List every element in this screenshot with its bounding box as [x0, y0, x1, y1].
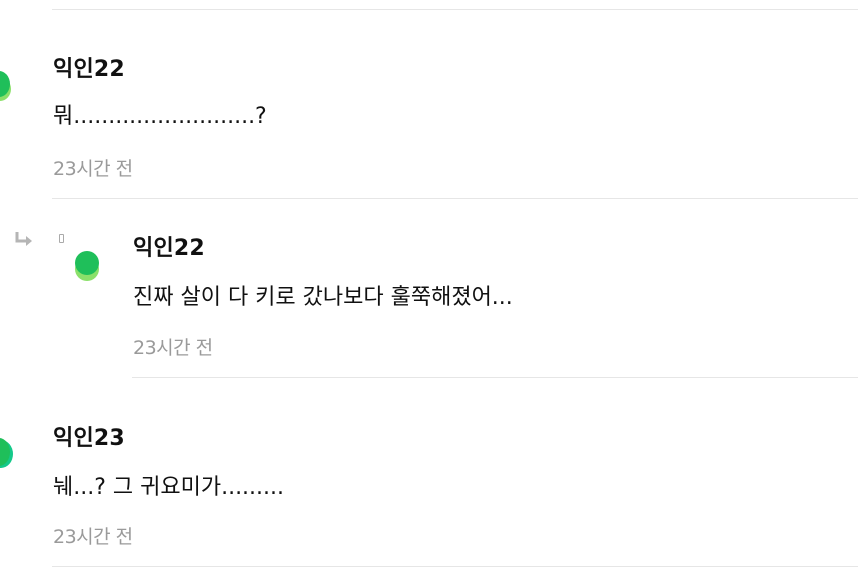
comment-divider-top — [52, 9, 858, 10]
reply-arrow-icon — [15, 232, 32, 246]
comment-time: 23시간 전 — [53, 526, 133, 548]
comment-time: 23시간 전 — [53, 158, 133, 180]
comment-author[interactable]: 익인22 — [133, 230, 205, 262]
comment-divider — [132, 377, 858, 378]
comment-author[interactable]: 익인23 — [53, 420, 125, 452]
comment-divider — [52, 198, 858, 199]
comment-divider — [52, 566, 858, 567]
comment-author[interactable]: 익인22 — [53, 51, 125, 83]
avatar[interactable] — [0, 68, 20, 102]
reply-marker-icon — [59, 234, 64, 243]
avatar[interactable] — [0, 435, 18, 469]
comment-time: 23시간 전 — [133, 337, 213, 359]
avatar[interactable] — [70, 248, 104, 282]
comment-text: 뭐..........................? — [53, 104, 267, 129]
comment-text: 진짜 살이 다 키로 갔나보다 훌쭉해졌어... — [133, 285, 513, 310]
comment-text: 눼...? 그 귀요미가......... — [53, 475, 285, 500]
